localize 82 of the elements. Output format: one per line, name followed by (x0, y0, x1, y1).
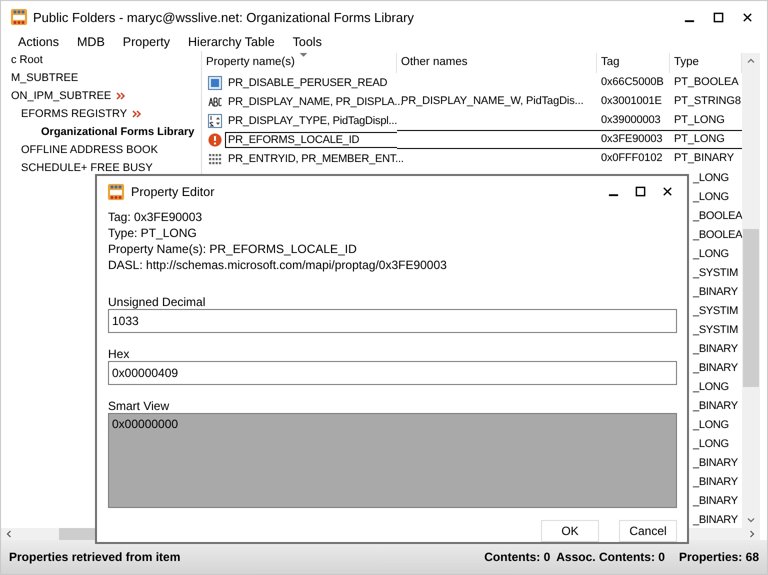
status-count: Contents: 0 (484, 550, 550, 564)
table-cell: PT_STRING8 (674, 95, 741, 107)
table-cell: PT_BOOLEA (674, 76, 739, 88)
table-cell: _LONG (693, 380, 729, 392)
dialog-button[interactable]: OK (541, 520, 599, 542)
table-cell: PR_DISPLAY_NAME_W, PidTagDis... (401, 95, 584, 107)
table-cell: _LONG (693, 418, 729, 430)
table-cell: _BOOLEA (693, 228, 742, 240)
scroll-left-icon[interactable] (5, 530, 13, 538)
menu-item[interactable]: Tools (292, 35, 322, 49)
field-label: Smart View (108, 398, 170, 413)
column-header[interactable]: Other names (397, 53, 597, 73)
field-label: Hex (108, 347, 130, 362)
table-cell: _SYSTIM (693, 324, 738, 336)
app-icon (108, 184, 124, 200)
dialog-button[interactable]: Cancel (619, 520, 677, 542)
input-field[interactable]: 1033 (108, 309, 677, 334)
property-name[interactable]: PR_DISABLE_PERUSER_READ (225, 74, 397, 90)
column-header[interactable]: Tag (597, 53, 670, 73)
tree-item[interactable]: Organizational Forms Library (39, 125, 196, 139)
table-cell: 0x3001001E (601, 95, 662, 107)
menu-item[interactable]: Actions (18, 35, 59, 49)
table-cell: _BOOLEA (693, 210, 742, 222)
status-count: Properties: 68 (678, 550, 759, 564)
maximize-icon[interactable] (635, 186, 646, 198)
table-cell: _BINARY (693, 514, 738, 526)
scroll-right-icon[interactable] (748, 530, 756, 538)
scroll-down-icon[interactable] (747, 516, 755, 524)
tree-item[interactable]: OFFLINE ADDRESS BOOK (19, 143, 160, 157)
tree-item[interactable]: EFORMS REGISTRY (19, 107, 130, 121)
tree-item[interactable]: SCHEDULE+ FREE BUSY (19, 161, 155, 175)
table-cell: _BINARY (693, 400, 738, 412)
menu-item[interactable]: MDB (77, 35, 105, 49)
checkbox-icon (208, 76, 222, 90)
property-name[interactable]: PR_ENTRYID, PR_MEMBER_ENT... (225, 150, 407, 166)
field-label: Unsigned Decimal (108, 295, 206, 310)
table-cell: _LONG (693, 172, 729, 184)
property-info: Property Name(s): PR_EFORMS_LOCALE_ID (108, 241, 358, 258)
tree-item[interactable]: M_SUBTREE (9, 71, 80, 85)
table-cell: _LONG (693, 438, 729, 450)
table-cell: PT_BINARY (674, 152, 734, 164)
number-spinner-icon (208, 114, 222, 128)
table-cell: 0x3FE90003 (601, 133, 662, 145)
window-title: Public Folders - maryc@wsslive.net: Organizational Forms Library (33, 10, 414, 24)
table-cell: PT_LONG (674, 133, 725, 145)
table-cell: _BINARY (693, 494, 738, 506)
table-cell: 0x39000003 (601, 114, 661, 126)
scroll-up-icon[interactable] (747, 57, 755, 65)
table-cell: _LONG (693, 248, 729, 260)
status-message: Properties retrieved from item (9, 550, 180, 564)
input-field[interactable]: 0x00000409 (108, 361, 677, 385)
table-cell: _BINARY (693, 362, 738, 374)
error-icon (208, 132, 222, 146)
table-cell: _SYSTIM (693, 304, 738, 316)
close-icon[interactable] (742, 12, 753, 22)
menu-item[interactable]: Hierarchy Table (188, 35, 275, 49)
app-icon (11, 9, 27, 25)
table-cell: 0x66C5000B (601, 76, 664, 88)
tree-item[interactable]: ON_IPM_SUBTREE (9, 89, 114, 103)
close-icon[interactable] (662, 186, 673, 198)
property-info: DASL: http://schemas.microsoft.com/mapi/proptag/0x3FE90003 (108, 257, 448, 274)
tree-item[interactable]: c Root (9, 53, 45, 67)
table-cell: _BINARY (693, 342, 738, 354)
dialog-title: Property Editor (131, 184, 214, 199)
property-info: Tag: 0x3FE90003 (108, 209, 204, 226)
table-cell: _BINARY (693, 476, 738, 488)
menu-item[interactable]: Property (122, 35, 170, 49)
table-cell: PT_LONG (674, 114, 725, 126)
table-cell: _SYSTIM (693, 266, 738, 278)
sort-arrow-icon (299, 53, 308, 57)
status-count: Assoc. Contents: 0 (556, 550, 665, 564)
table-cell: _BINARY (693, 286, 738, 298)
table-cell: _BINARY (693, 456, 738, 468)
property-name[interactable]: PR_DISPLAY_TYPE, PidTagDispl... (225, 112, 400, 128)
table-cell: 0x0FFF0102 (601, 152, 662, 164)
property-info: Type: PT_LONG (108, 225, 198, 242)
vertical-scrollbar[interactable] (742, 53, 760, 528)
text-type-icon (208, 94, 222, 108)
table-cell: _LONG (693, 190, 729, 202)
binary-data-icon (208, 152, 222, 166)
property-name[interactable]: PR_EFORMS_LOCALE_ID (225, 132, 397, 148)
maximize-icon[interactable] (713, 12, 724, 22)
